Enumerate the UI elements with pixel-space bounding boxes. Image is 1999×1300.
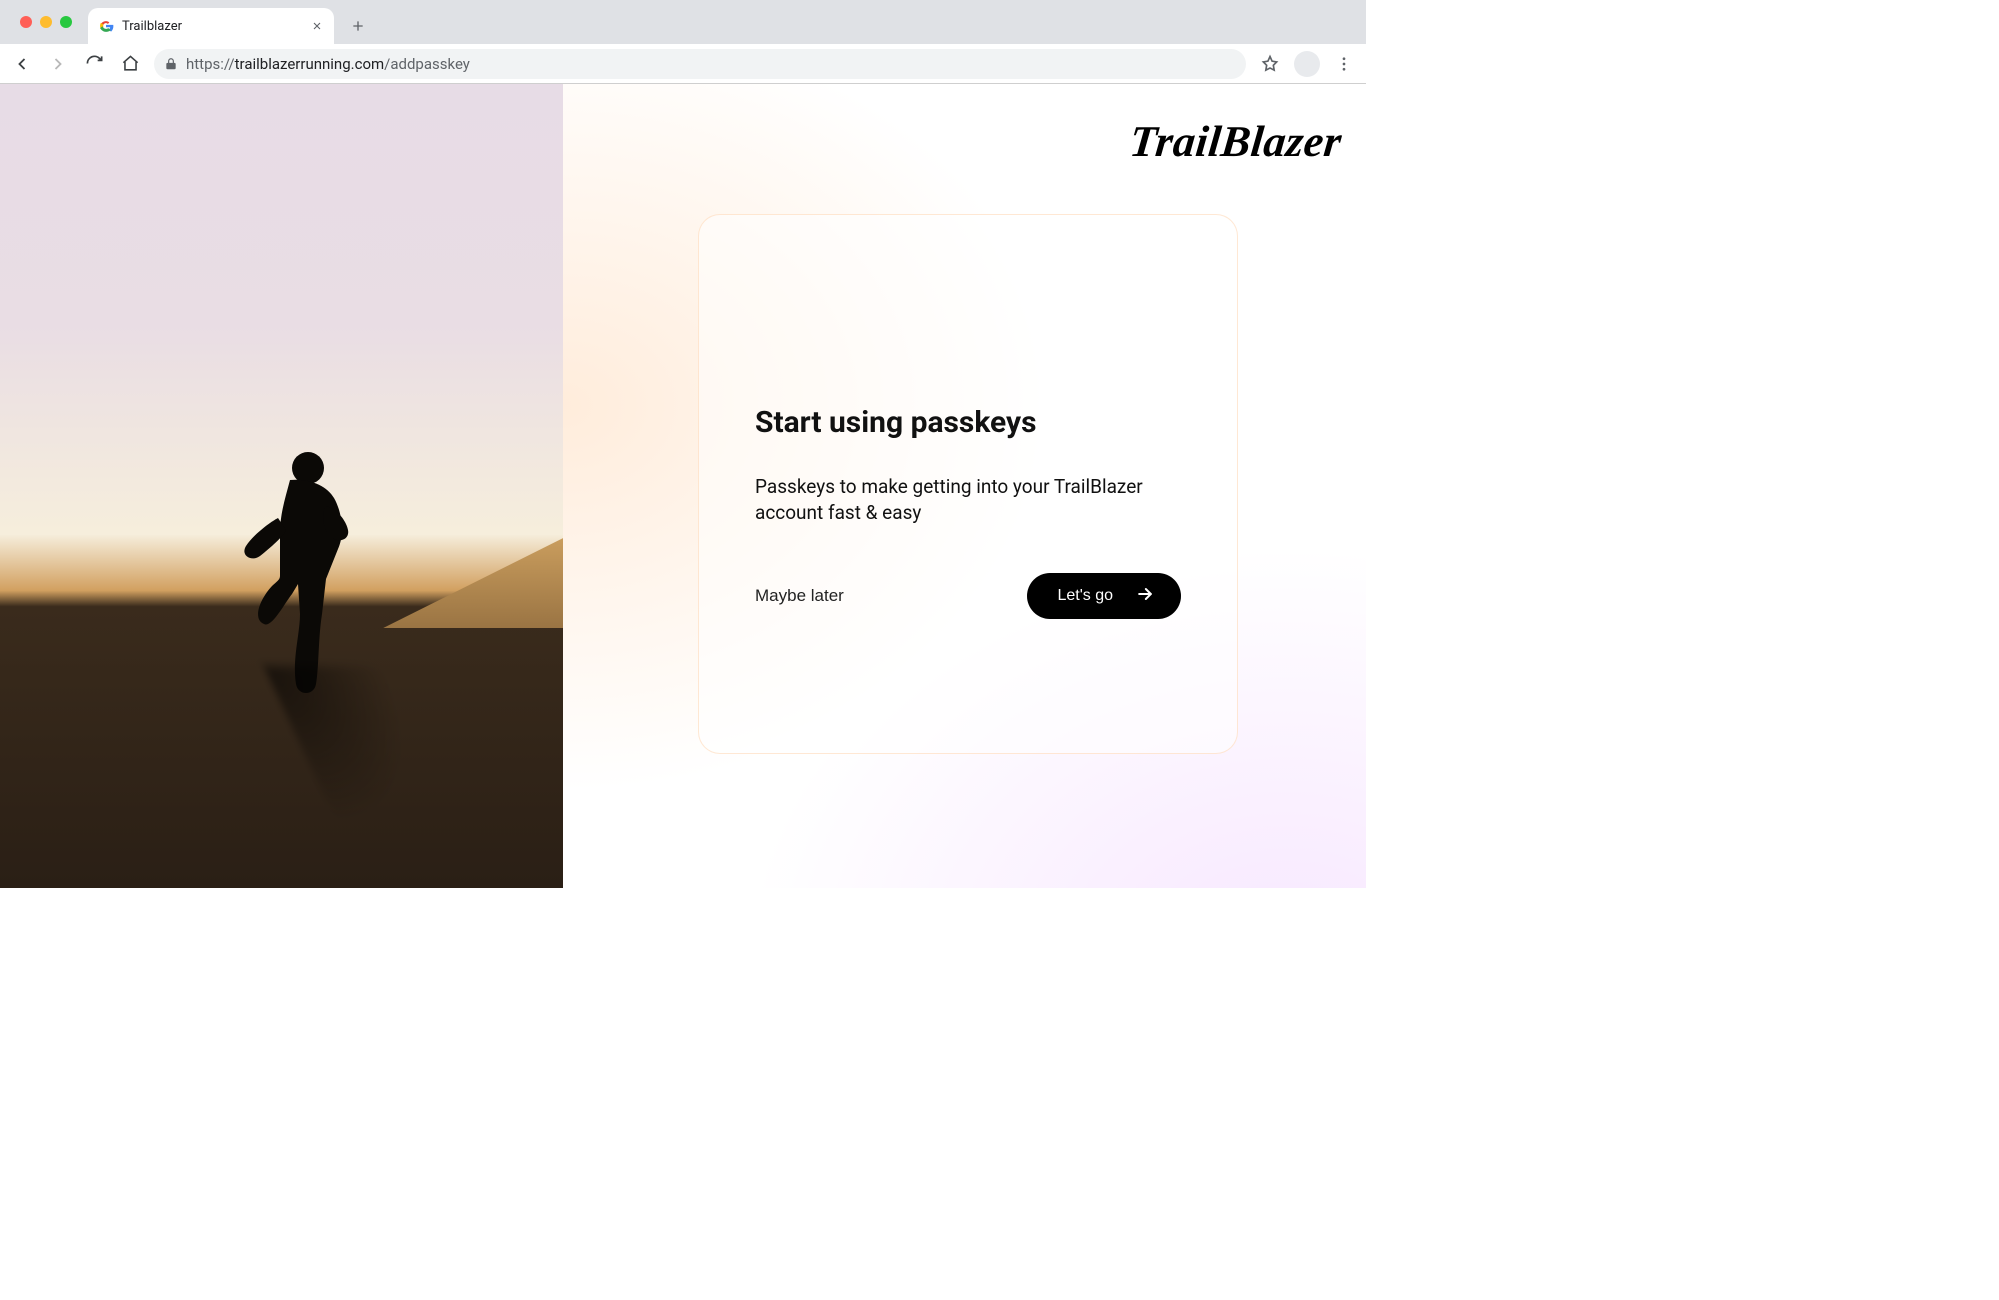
lock-icon <box>164 57 178 71</box>
reload-button[interactable] <box>82 52 106 76</box>
maximize-window-button[interactable] <box>60 16 72 28</box>
brand-logo: TrailBlazer <box>1128 116 1345 167</box>
browser-tab[interactable]: Trailblazer <box>88 8 334 44</box>
runner-shadow <box>264 666 457 822</box>
mountain-shape <box>383 518 563 628</box>
passkey-card: Start using passkeys Passkeys to make ge… <box>698 214 1238 754</box>
bookmark-button[interactable] <box>1258 52 1282 76</box>
close-window-button[interactable] <box>20 16 32 28</box>
arrow-right-icon <box>1135 584 1155 609</box>
forward-button[interactable] <box>46 52 70 76</box>
url-text: https://trailblazerrunning.com/addpasske… <box>186 55 470 73</box>
close-tab-button[interactable] <box>310 19 324 33</box>
new-tab-button[interactable] <box>344 12 372 40</box>
home-button[interactable] <box>118 52 142 76</box>
toolbar-right <box>1258 51 1356 77</box>
back-button[interactable] <box>10 52 34 76</box>
lets-go-button[interactable]: Let's go <box>1027 573 1181 619</box>
menu-button[interactable] <box>1332 52 1356 76</box>
browser-chrome: Trailblazer https://trailblazerrunni <box>0 0 1366 84</box>
browser-toolbar: https://trailblazerrunning.com/addpasske… <box>0 44 1366 83</box>
hero-image <box>0 84 563 888</box>
window-controls <box>12 0 82 44</box>
favicon-icon <box>98 18 114 34</box>
maybe-later-button[interactable]: Maybe later <box>755 586 844 606</box>
tab-strip: Trailblazer <box>0 0 1366 44</box>
page-content: TrailBlazer Start using passkeys Passkey… <box>0 84 1366 888</box>
tab-title: Trailblazer <box>122 19 302 34</box>
profile-avatar[interactable] <box>1294 51 1320 77</box>
card-title: Start using passkeys <box>755 405 1181 440</box>
card-subtitle: Passkeys to make getting into your Trail… <box>755 474 1165 525</box>
minimize-window-button[interactable] <box>40 16 52 28</box>
card-actions: Maybe later Let's go <box>755 573 1181 619</box>
right-pane: TrailBlazer Start using passkeys Passkey… <box>563 84 1366 888</box>
address-bar[interactable]: https://trailblazerrunning.com/addpasske… <box>154 49 1246 79</box>
